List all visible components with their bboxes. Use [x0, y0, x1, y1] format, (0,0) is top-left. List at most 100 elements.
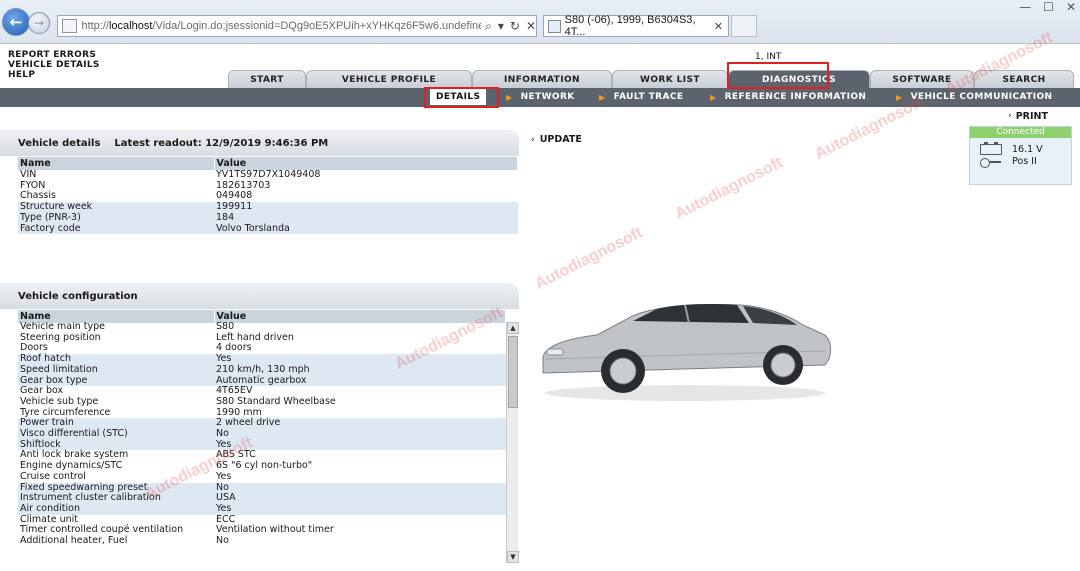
subtab-fault-trace[interactable]: ▶ FAULT TRACE	[599, 92, 683, 102]
vehicle-configuration-title: Vehicle configuration	[18, 290, 138, 302]
column-header-name: Name	[18, 157, 215, 170]
report-errors-link[interactable]: REPORT ERRORS	[8, 50, 100, 60]
row-value: No	[214, 428, 506, 440]
table-row: Additional heater, Fuel No	[18, 535, 506, 547]
subtab-network-label: NETWORK	[520, 92, 575, 102]
battery-voltage: 16.1 V	[1012, 144, 1043, 155]
arrow-right-icon: →	[33, 16, 45, 30]
back-button[interactable]: ←	[2, 8, 30, 36]
arrow-right-icon: ▶	[896, 92, 903, 102]
row-name: Type (PNR-3)	[18, 212, 214, 224]
url-host: localhost	[108, 20, 153, 32]
row-value: Automatic gearbox	[214, 375, 506, 387]
row-value: 199911	[214, 201, 518, 213]
row-value: Yes	[214, 439, 506, 451]
minimize-icon[interactable]: —	[1019, 0, 1031, 14]
row-value: Left hand driven	[216, 331, 294, 343]
row-value: Yes	[214, 503, 506, 515]
tab-software[interactable]: SOFTWARE	[870, 70, 974, 88]
scroll-thumb[interactable]	[508, 336, 518, 408]
row-name: Factory code	[18, 223, 214, 235]
subtab-details-label: DETAILS	[436, 92, 481, 102]
page-icon	[62, 19, 78, 33]
chevron-down-icon: ▼	[510, 553, 516, 561]
key-icon	[980, 157, 1002, 168]
arrow-left-icon: ←	[9, 13, 23, 31]
row-name: Cruise control	[20, 470, 86, 482]
subtab-reference-information[interactable]: ▶ REFERENCE INFORMATION	[710, 92, 866, 102]
vertical-scrollbar[interactable]: ▲ ▼	[506, 322, 519, 563]
vehicle-details-table: Name Value VIN YV1TS97D7X1049408 FYON 1826…	[18, 157, 518, 235]
vehicle-details-link[interactable]: VEHICLE DETAILS	[8, 60, 100, 70]
close-icon[interactable]: ✕	[714, 20, 723, 33]
print-button[interactable]: › PRINT	[1008, 111, 1048, 122]
row-value: 049408	[216, 190, 253, 202]
table-row: Air condition Yes	[18, 503, 506, 515]
update-label: UPDATE	[539, 134, 582, 145]
row-value: 2 wheel drive	[214, 418, 506, 430]
row-value: 210 km/h, 130 mph	[214, 364, 506, 376]
arrow-right-icon: ▶	[506, 92, 513, 102]
stop-icon[interactable]: ✕	[526, 19, 536, 34]
address-bar[interactable]: http://localhost/Vida/Login.do;jsessioni…	[57, 15, 537, 37]
browser-chrome: ← → http://localhost/Vida/Login.do;jsess…	[0, 0, 1080, 44]
table-row: Gear box type Automatic gearbox	[18, 375, 506, 387]
table-row: Type (PNR-3) 184	[18, 212, 518, 224]
table-row: Visco differential (STC) No	[18, 428, 506, 440]
dropdown-icon[interactable]: ▾	[498, 19, 504, 34]
table-row: Engine dynamics/STC 6S "6 cyl non-turbo"	[18, 460, 506, 472]
chevron-right-icon: ›	[1008, 111, 1012, 121]
scroll-up-button[interactable]: ▲	[507, 322, 519, 334]
user-code: 1, INT	[755, 52, 782, 62]
subtab-vehicle-communication[interactable]: ▶ VEHICLE COMMUNICATION	[896, 92, 1052, 102]
table-row: Speed limitation 210 km/h, 130 mph	[18, 364, 506, 376]
print-label: PRINT	[1015, 111, 1048, 122]
table-row: Steering position Left hand driven	[18, 331, 506, 344]
connection-status: Connected	[970, 127, 1071, 138]
tab-favicon-icon	[548, 19, 561, 33]
vehicle-image	[542, 304, 832, 401]
tab-work-list[interactable]: WORK LIST	[612, 70, 728, 88]
refresh-icon[interactable]: ↻	[510, 19, 520, 34]
table-row: Structure week 199911	[18, 201, 518, 213]
browser-tab[interactable]: S80 (-06), 1999, B6304S3, 4T... ✕	[543, 14, 729, 38]
tab-information[interactable]: INFORMATION	[472, 70, 612, 88]
tab-diagnostics[interactable]: DIAGNOSTICS	[728, 70, 870, 88]
tab-search[interactable]: SEARCH	[974, 70, 1074, 88]
row-value: USA	[214, 493, 506, 504]
row-value: 6S "6 cyl non-turbo"	[216, 460, 313, 472]
subtab-network[interactable]: ▶ NETWORK	[506, 92, 575, 102]
row-name: VIN	[20, 169, 37, 180]
row-value: No	[214, 482, 506, 494]
update-button[interactable]: › UPDATE	[531, 134, 582, 145]
row-value: 184	[214, 212, 518, 224]
row-value: 4 doors	[216, 342, 252, 354]
url-prefix: http://	[81, 20, 109, 32]
address-url[interactable]: http://localhost/Vida/Login.do;jsessioni…	[81, 20, 481, 32]
watermark: Autodiagnosoft	[532, 224, 646, 293]
vehicle-configuration-table: Vehicle main type S80 Steering position Le…	[18, 322, 506, 547]
browser-tab-title: S80 (-06), 1999, B6304S3, 4T...	[564, 14, 696, 38]
table-row: Doors 4 doors	[18, 343, 506, 354]
window-controls: — ☐ ✕	[1019, 0, 1076, 14]
tab-vehicle-profile[interactable]: VEHICLE PROFILE	[306, 70, 472, 88]
scroll-down-button[interactable]: ▼	[507, 551, 519, 563]
ignition-position: Pos II	[1012, 156, 1037, 167]
battery-icon	[980, 142, 1002, 155]
table-row: Factory code Volvo Torslanda	[18, 223, 518, 235]
maximize-icon[interactable]: ☐	[1043, 0, 1054, 14]
table-row: Instrument cluster calibration USA	[18, 493, 506, 504]
new-tab-button[interactable]	[731, 15, 757, 37]
vehicle-configuration-scroll[interactable]: Vehicle main type S80 Steering position Le…	[18, 322, 518, 563]
row-value: Yes	[216, 470, 232, 482]
forward-button[interactable]: →	[28, 12, 50, 34]
chevron-up-icon: ▲	[510, 324, 516, 332]
row-name: Speed limitation	[18, 364, 214, 376]
vehicle-details-header: Vehicle details Latest readout: 12/9/201…	[0, 130, 519, 156]
window-close-icon[interactable]: ✕	[1066, 0, 1076, 14]
tab-start[interactable]: START	[228, 70, 306, 88]
row-value: No	[216, 535, 229, 547]
search-icon[interactable]: ⌕	[485, 19, 492, 34]
subtab-details[interactable]: DETAILS	[430, 89, 487, 105]
vehicle-configuration-header: Vehicle configuration	[0, 283, 519, 309]
